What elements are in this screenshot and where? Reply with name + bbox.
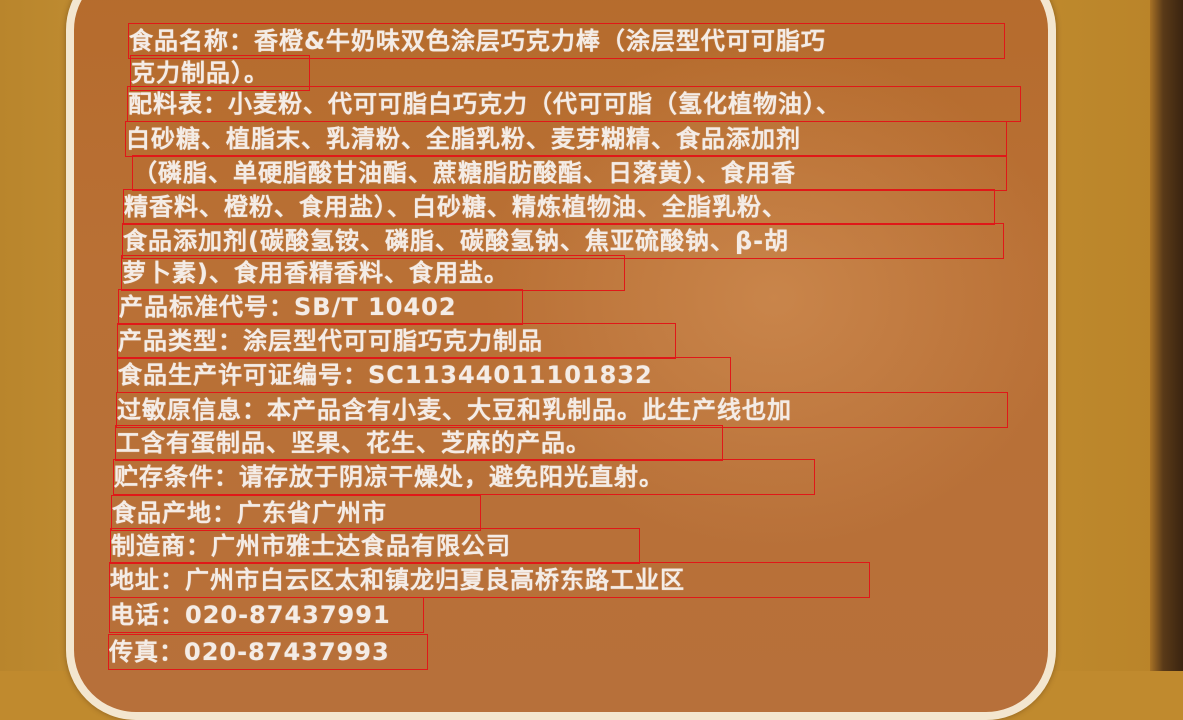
label-text-line: 电话：020-87437991 — [109, 597, 424, 633]
label-text-line: 传真：020-87437993 — [108, 634, 428, 670]
label-text-line: 克力制品）。 — [130, 55, 310, 91]
label-text-line: 精香料、橙粉、食用盐）、白砂糖、精炼植物油、全脂乳粉、 — [123, 189, 995, 225]
label-text-line: 产品类型：涂层型代可可脂巧克力制品 — [117, 323, 676, 359]
label-text-line: 食品生产许可证编号：SC11344011101832 — [117, 357, 731, 393]
label-text-line: 白砂糖、植脂末、乳清粉、全脂乳粉、麦芽糊精、食品添加剂 — [125, 121, 1007, 157]
label-text-line: 配料表：小麦粉、代可可脂白巧克力（代可可脂（氢化植物油）、 — [127, 86, 1021, 122]
label-text-line: 贮存条件：请存放于阴凉干燥处，避免阳光直射。 — [113, 459, 815, 495]
label-text-line: 地址：广州市白云区太和镇龙归夏良高桥东路工业区 — [109, 562, 870, 598]
label-text-line: 食品名称：香橙&牛奶味双色涂层巧克力棒（涂层型代可可脂巧 — [128, 23, 1005, 59]
label-text-line: 过敏原信息：本产品含有小麦、大豆和乳制品。此生产线也加 — [116, 392, 1008, 428]
label-text-line: （磷脂、单硬脂酸甘油酯、蔗糖脂肪酸酯、日落黄）、食用香 — [132, 155, 1007, 191]
label-text-line: 食品添加剂(碳酸氢铵、磷脂、碳酸氢钠、焦亚硫酸钠、β-胡 — [122, 223, 1004, 259]
label-text-line: 食品产地：广东省广州市 — [111, 495, 481, 531]
label-text-line: 萝卜素)、食用香精香料、食用盐。 — [121, 255, 625, 291]
label-text-line: 产品标准代号：SB/T 10402 — [118, 289, 523, 325]
label-text-line: 工含有蛋制品、坚果、花生、芝麻的产品。 — [115, 425, 723, 461]
box-side-edge — [1150, 0, 1183, 671]
label-text-line: 制造商：广州市雅士达食品有限公司 — [110, 528, 640, 564]
